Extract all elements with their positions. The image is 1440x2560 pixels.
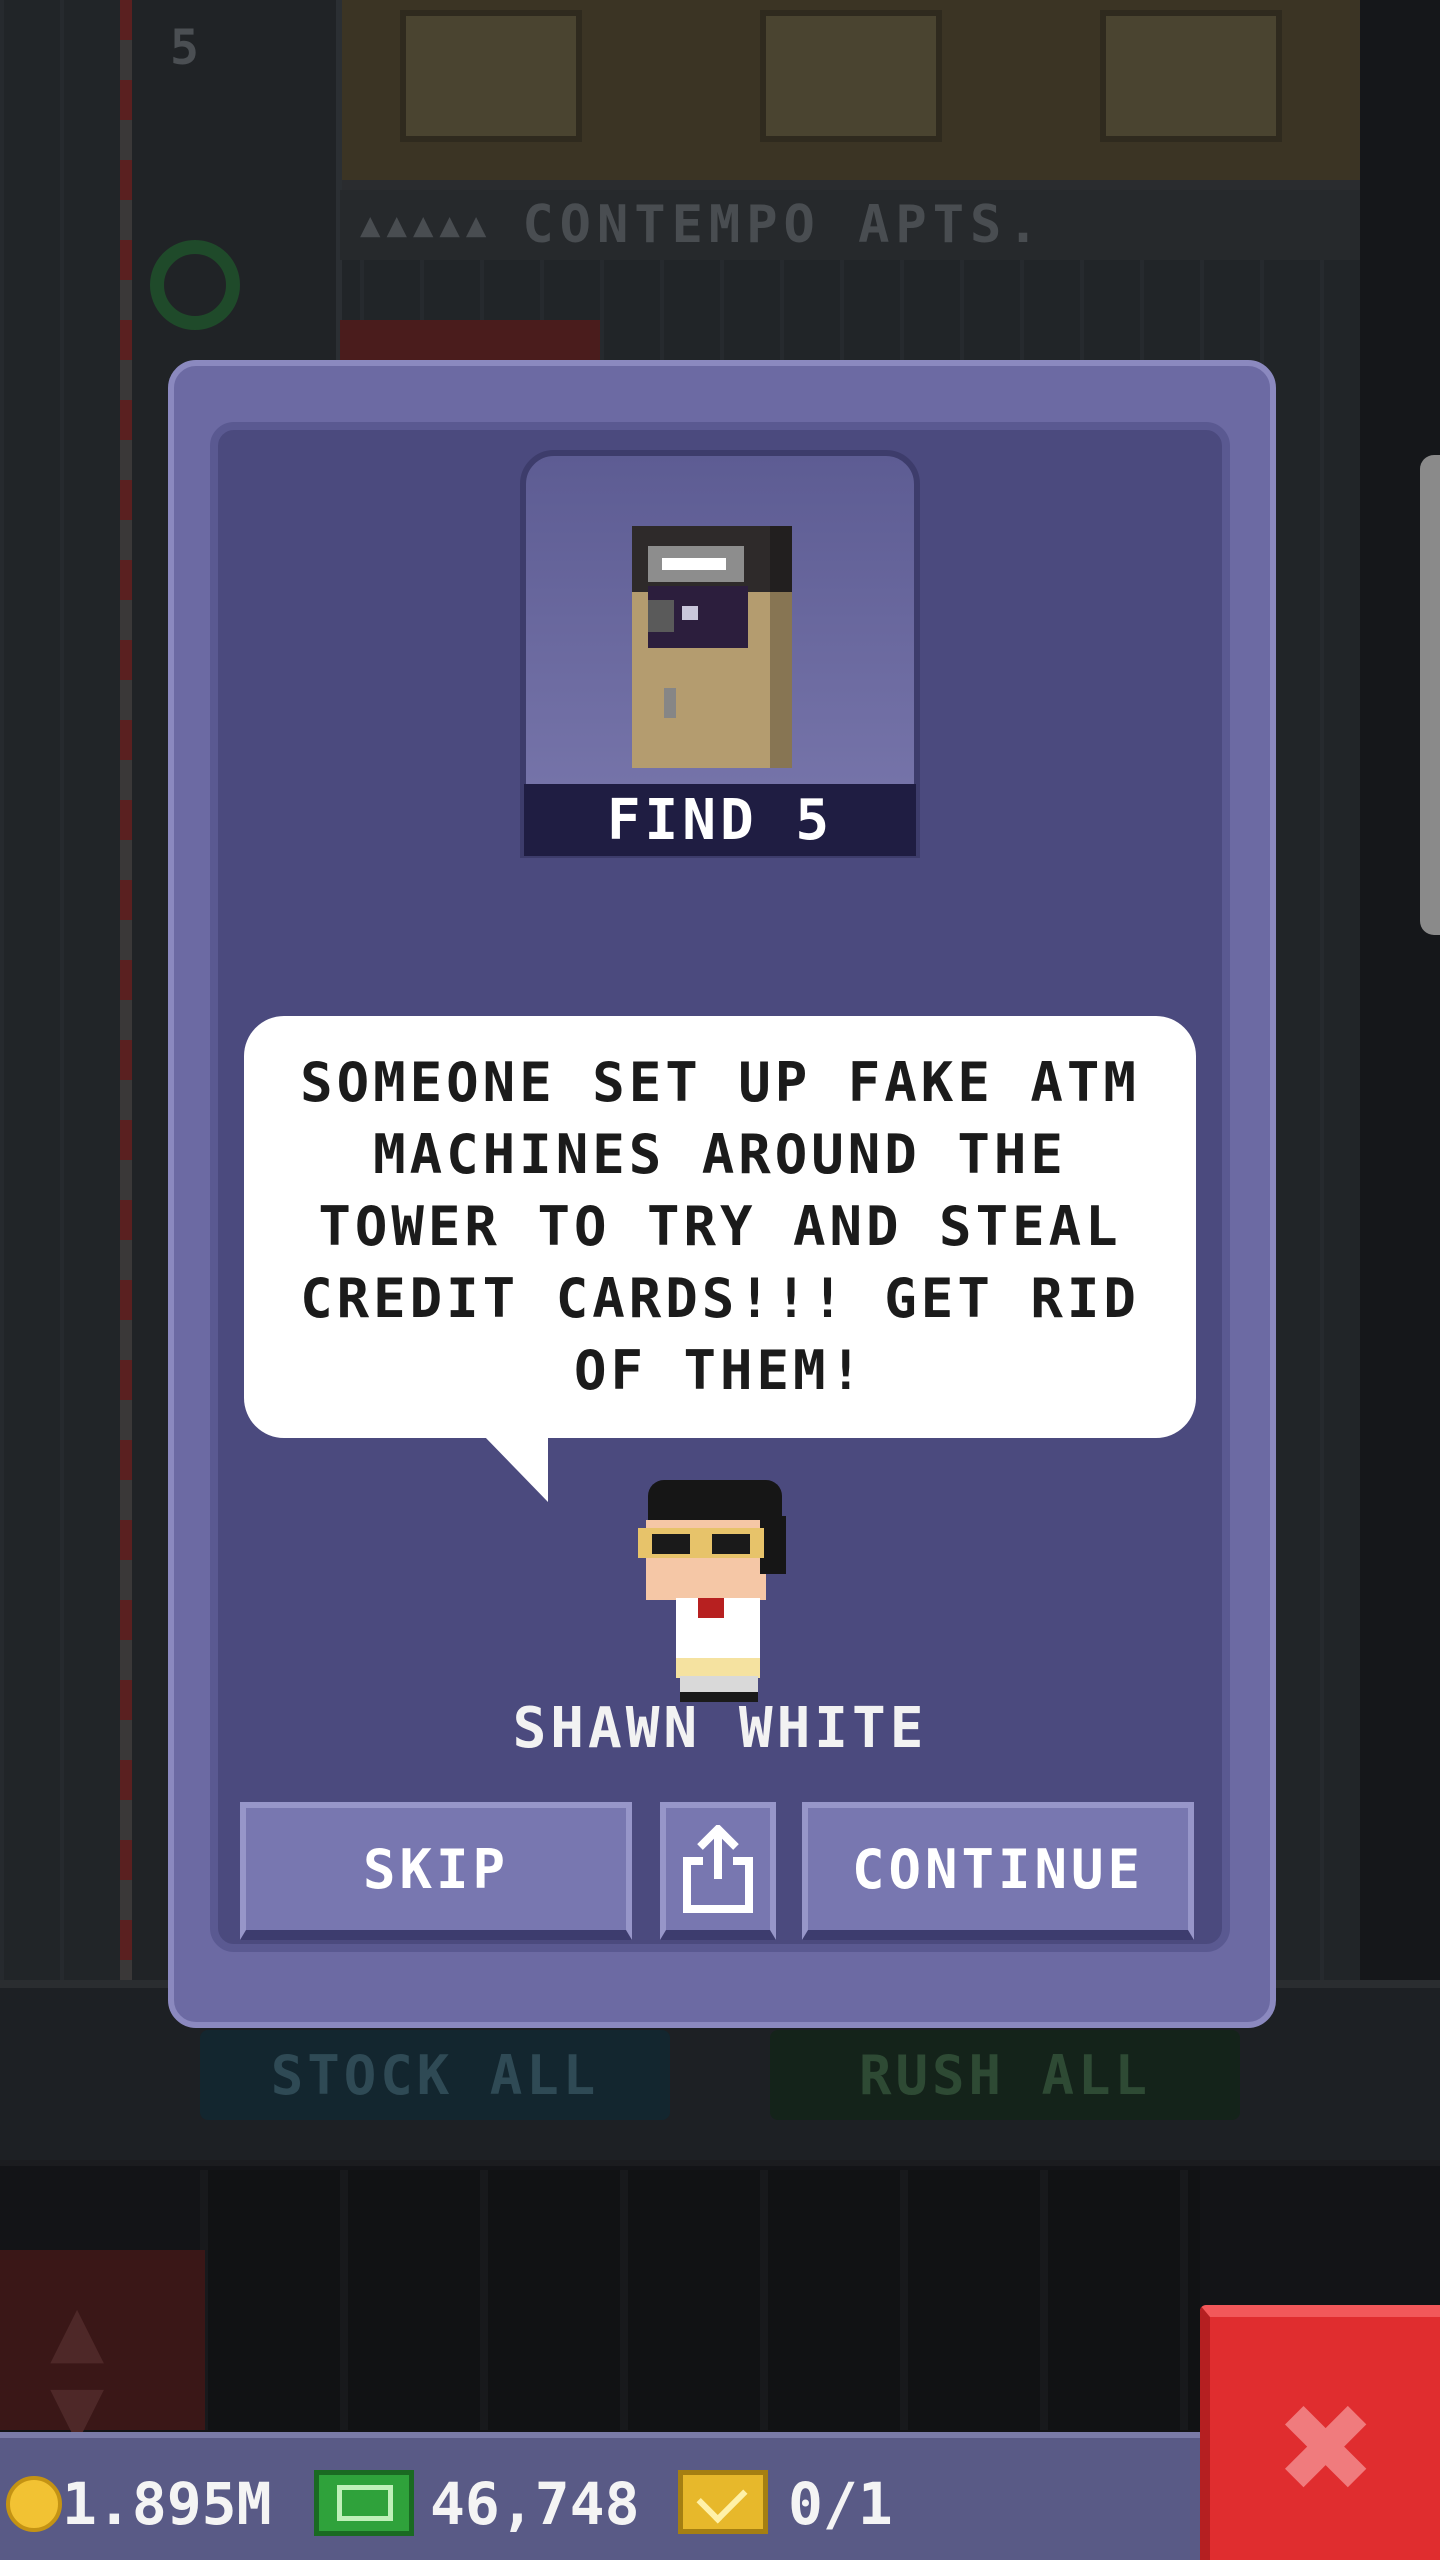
street-posts: [200, 2170, 1200, 2430]
share-button[interactable]: [660, 1802, 776, 1940]
continue-button[interactable]: CONTINUE: [802, 1802, 1194, 1940]
elevator-control[interactable]: ▲ ▼: [0, 2250, 205, 2455]
floor-residents-icon: ▲▲▲▲▲: [360, 205, 493, 245]
find-count-label: FIND 5: [524, 784, 916, 856]
stock-all-button[interactable]: STOCK ALL: [200, 2030, 670, 2120]
scroll-track: [1360, 0, 1440, 2000]
floor-number: 5: [170, 20, 199, 76]
room-window: [760, 10, 942, 142]
room-window: [1100, 10, 1282, 142]
floor-sign: ▲▲▲▲▲ CONTEMPO APTS.: [340, 190, 1360, 260]
rush-all-button[interactable]: RUSH ALL: [770, 2030, 1240, 2120]
coins-count: 1.895M: [62, 2470, 272, 2538]
skip-button[interactable]: SKIP: [240, 1802, 632, 1940]
speech-bubble: SOMEONE SET UP FAKE ATM MACHINES AROUND …: [244, 1016, 1196, 1438]
close-button[interactable]: ✖: [1200, 2305, 1440, 2560]
floor-name: CONTEMPO APTS.: [522, 195, 1045, 255]
character-avatar: [636, 1480, 796, 1702]
close-icon: ✖: [1280, 2353, 1377, 2540]
top-room: [340, 0, 1360, 190]
share-icon: [683, 1825, 753, 1913]
speech-bubble-tail: [484, 1436, 548, 1502]
up-down-arrows-icon: ▲ ▼: [50, 2277, 105, 2462]
atm-machine-icon: [632, 526, 792, 768]
mission-message: SOMEONE SET UP FAKE ATM MACHINES AROUND …: [300, 1051, 1140, 1402]
bux-icon: [314, 2470, 414, 2536]
side-drawer-handle[interactable]: [1420, 455, 1440, 935]
ticket-icon: [678, 2470, 768, 2534]
bux-count: 46,748: [430, 2470, 640, 2538]
coin-icon: [6, 2476, 62, 2532]
ticket-count: 0/1: [788, 2470, 893, 2538]
wreath-decoration: [150, 240, 240, 330]
room-window: [400, 10, 582, 142]
sunglasses-icon: [638, 1528, 764, 1558]
character-name: SHAWN WHITE: [512, 1696, 928, 1761]
elevator-stripe: [120, 0, 132, 1980]
